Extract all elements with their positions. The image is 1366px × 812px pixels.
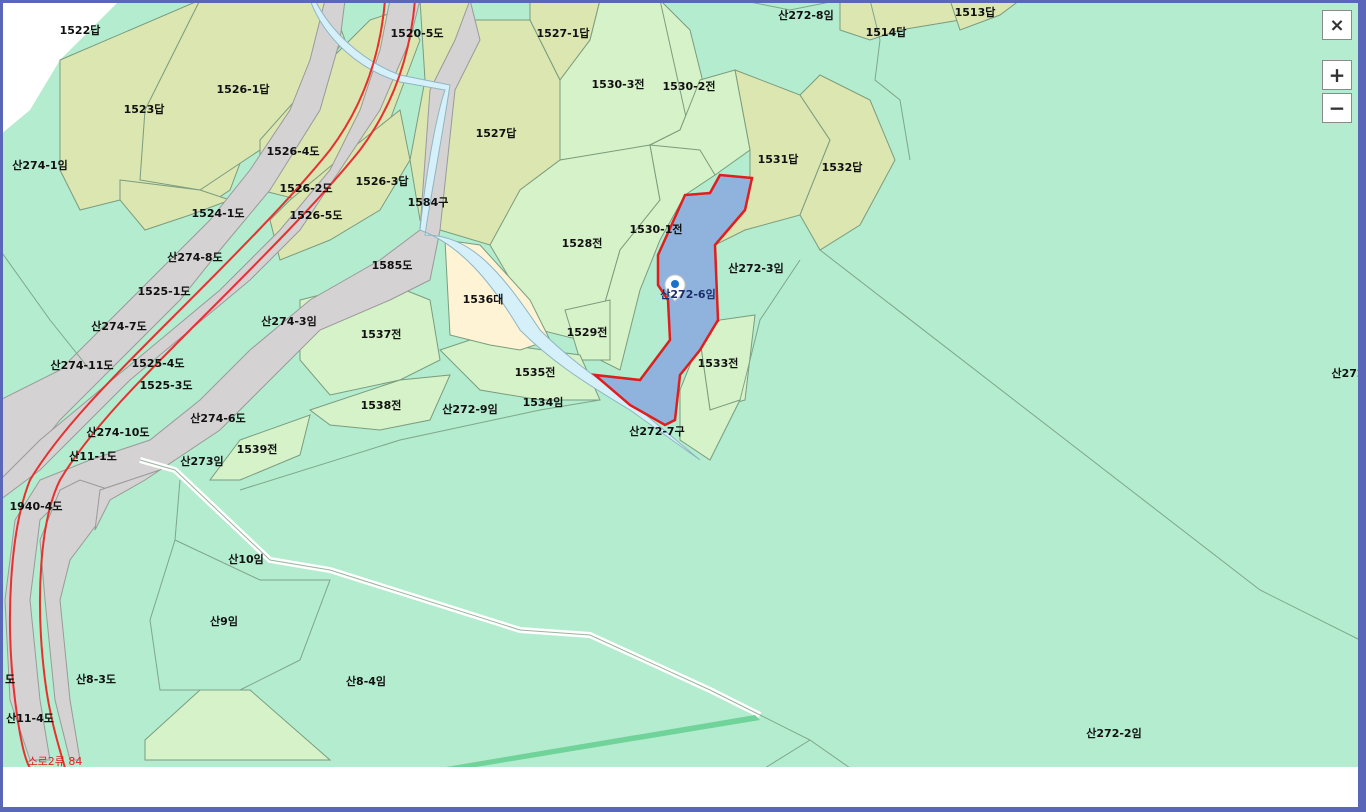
parcel-label: 산274-6도	[190, 411, 245, 425]
frame-edge-left	[0, 0, 3, 812]
parcel-label: 1529전	[567, 325, 608, 339]
parcel-label: 1526-1답	[217, 82, 270, 96]
parcel-label: 산272-7구	[629, 424, 684, 438]
parcel-label: 1527답	[476, 126, 517, 140]
parcel-label: 산274-11도	[50, 358, 113, 372]
bottom-panel	[3, 767, 1358, 807]
zoom-in-button[interactable]: +	[1322, 60, 1352, 90]
parcel-label: 산8-3도	[76, 672, 116, 686]
parcel-label: 산274-10도	[86, 425, 149, 439]
parcel-label: 1527-1답	[537, 26, 590, 40]
parcel-label: 1522답	[60, 23, 101, 37]
parcel-label: 산273임	[180, 454, 223, 468]
parcel-label: 산11-1도	[69, 449, 117, 463]
parcel-label: 산272-9임	[442, 402, 497, 416]
parcel-label: 1525-1도	[138, 285, 191, 298]
parcel-label: 1538전	[361, 398, 402, 412]
frame-edge-right	[1358, 0, 1366, 812]
parcel-label: 산272-3임	[728, 261, 783, 275]
cadastral-map[interactable]: 1522답 1520-5도 1527-1답 산272-8임 1514답 1513…	[0, 0, 1366, 812]
parcel-label: 산272-8임	[778, 8, 833, 22]
parcel-label: 1533전	[698, 356, 739, 370]
parcel-label: 산272-2임	[1086, 726, 1141, 740]
parcel-label: 1530-1전	[630, 222, 683, 236]
parcel-label: 1534임	[523, 396, 564, 409]
parcel-label: 1525-4도	[132, 357, 185, 370]
frame-edge-bottom	[0, 807, 1366, 812]
parcel-label: 1537전	[361, 327, 402, 341]
parcel-label: 1535전	[515, 365, 556, 379]
parcel-label: 산9임	[210, 614, 238, 628]
parcel-label: 1539전	[237, 442, 278, 456]
parcel-label: 1526-4도	[267, 145, 320, 158]
parcel-label: 1528전	[562, 236, 603, 250]
parcel-label: 1513답	[955, 5, 996, 19]
zoom-out-button[interactable]: −	[1322, 93, 1352, 123]
minus-icon: −	[1328, 96, 1346, 120]
parcel-label: 1940-4도	[10, 500, 63, 513]
parcel-label: 1514답	[866, 25, 907, 39]
parcel-label: 도	[5, 673, 15, 686]
frame-edge-top	[0, 0, 1366, 3]
close-button[interactable]: ×	[1322, 10, 1352, 40]
parcel-label: 산274-8도	[167, 250, 222, 264]
parcel-label: 1526-3답	[356, 174, 409, 188]
parcel-label: 1520-5도	[391, 27, 444, 40]
parcel-label: 1524-1도	[192, 207, 245, 220]
parcel-label: 1530-2전	[663, 79, 716, 93]
selected-parcel-label: 산272-6임	[660, 287, 715, 301]
plus-icon: +	[1328, 63, 1346, 87]
parcel-label: 1530-3전	[592, 77, 645, 91]
parcel-label: 산10임	[228, 552, 264, 566]
parcel-label: 1526-5도	[290, 209, 343, 222]
parcel-label: 1526-2도	[280, 182, 333, 195]
close-icon: ×	[1329, 14, 1345, 36]
parcel-label: 1525-3도	[140, 379, 193, 392]
parcel-label: 산274-7도	[91, 319, 146, 333]
parcel-label: 1531답	[758, 152, 799, 166]
parcel-label: 산8-4임	[346, 674, 386, 688]
parcel-label: 산11-4도	[6, 711, 54, 725]
parcel-label: 1532답	[822, 160, 863, 174]
parcel-label: 1523답	[124, 102, 165, 116]
parcel-label: 산274-1임	[12, 158, 67, 172]
parcel-label: 1536대	[463, 292, 504, 306]
parcel-label: 산274-3임	[261, 314, 316, 328]
parcel-label: 1584구	[408, 196, 449, 209]
parcel-label: 1585도	[372, 259, 413, 272]
map-window: 1522답 1520-5도 1527-1답 산272-8임 1514답 1513…	[0, 0, 1366, 812]
